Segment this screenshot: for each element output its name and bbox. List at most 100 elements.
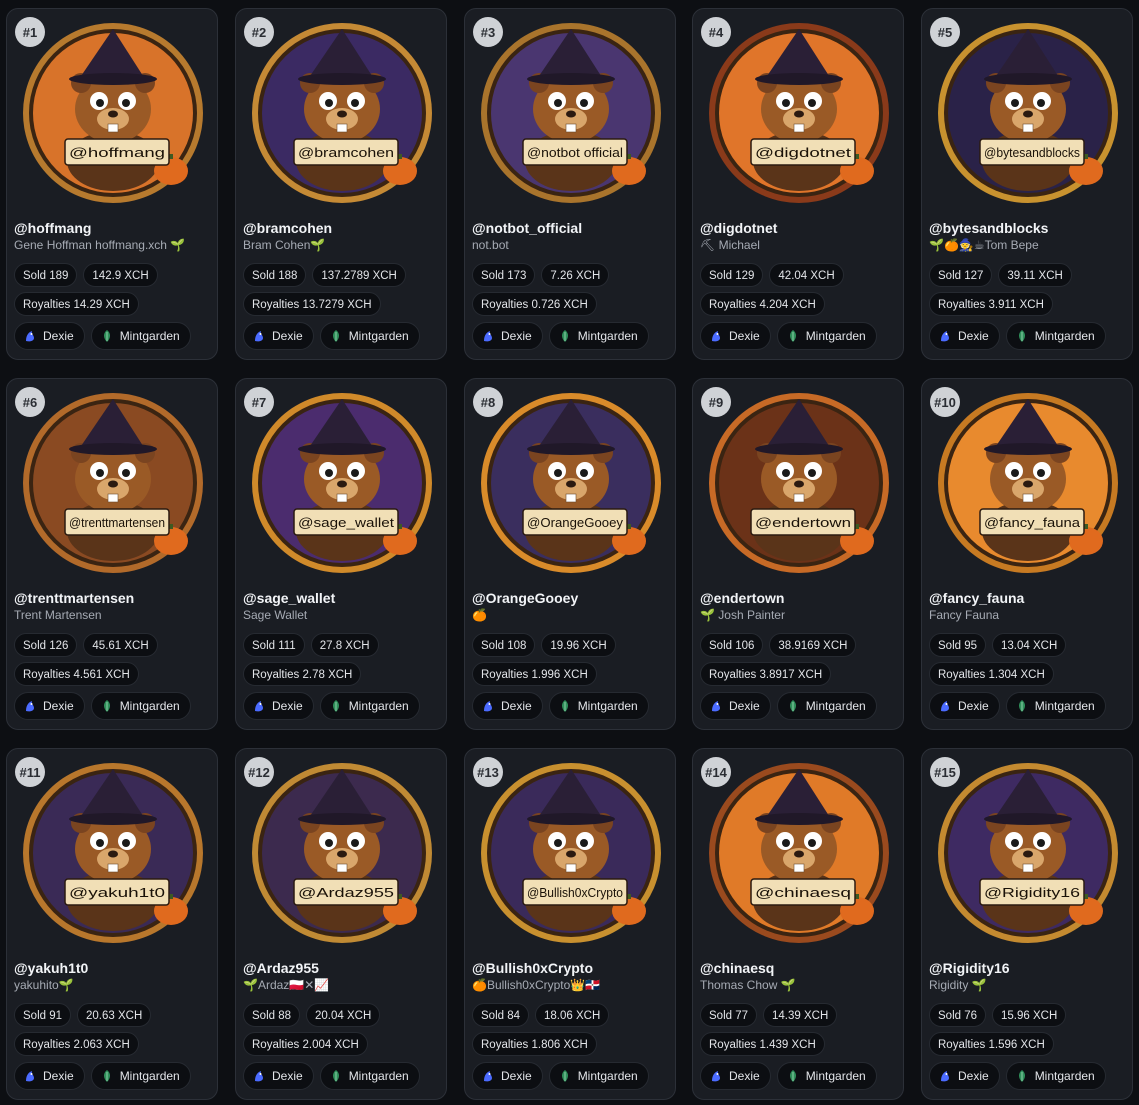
mintgarden-button[interactable]: Mintgarden: [319, 692, 420, 720]
nft-card[interactable]: #8 @OrangeGooey @OrangeGooey 🍊 Sold 108 19.96…: [464, 378, 676, 730]
mintgarden-button[interactable]: Mintgarden: [1005, 1062, 1106, 1090]
mintgarden-button[interactable]: Mintgarden: [548, 322, 649, 350]
dexie-label: Dexie: [43, 329, 74, 343]
nft-card[interactable]: #11 @yakuh1t0 @yakuh1t0 yakuhito🌱 Sold 91 20.…: [6, 748, 218, 1100]
nft-card[interactable]: #10 @fancy_fauna @fancy_fauna Fancy Fauna So…: [921, 378, 1133, 730]
dexie-button[interactable]: Dexie: [14, 322, 85, 350]
dexie-button[interactable]: Dexie: [929, 1062, 1000, 1090]
mintgarden-label: Mintgarden: [1034, 1069, 1095, 1083]
dexie-button[interactable]: Dexie: [14, 1062, 85, 1090]
nft-card[interactable]: #13 @Bullish0xCrypto @Bullish0xCrypto 🍊Bull…: [464, 748, 676, 1100]
dexie-button[interactable]: Dexie: [472, 1062, 543, 1090]
avatar-image[interactable]: @bytesandblocks: [936, 21, 1120, 205]
volume-pill: 38.9169 XCH: [769, 633, 857, 657]
creator-subtitle: 🌱🍊🧙☕Tom Bepe: [929, 238, 1039, 252]
nft-card[interactable]: #3 @notbot official @notbot_official not.bo…: [464, 8, 676, 360]
creator-handle[interactable]: @Rigidity16: [929, 960, 1127, 976]
sold-count-pill: Sold 189: [14, 263, 78, 287]
sign-label: @Rigidity16: [984, 885, 1080, 900]
avatar-image[interactable]: @notbot official: [479, 21, 663, 205]
mintgarden-button[interactable]: Mintgarden: [90, 1062, 191, 1090]
marketplace-links: Dexie Mintgarden: [243, 322, 420, 350]
nft-card[interactable]: #14 @chinaesq @chinaesq Thomas Chow 🌱 Sold 7…: [692, 748, 904, 1100]
beaver-avatar-illustration: @OrangeGooey: [481, 393, 661, 573]
avatar-image[interactable]: @chinaesq: [707, 761, 891, 945]
mintgarden-button[interactable]: Mintgarden: [776, 322, 877, 350]
dexie-button[interactable]: Dexie: [243, 322, 314, 350]
sold-count-pill: Sold 129: [700, 263, 764, 287]
creator-handle[interactable]: @bramcohen: [243, 220, 441, 236]
creator-handle[interactable]: @yakuh1t0: [14, 960, 212, 976]
mintgarden-button[interactable]: Mintgarden: [776, 692, 877, 720]
dexie-button[interactable]: Dexie: [700, 322, 771, 350]
creator-handle[interactable]: @notbot_official: [472, 220, 670, 236]
mintgarden-label: Mintgarden: [348, 1069, 409, 1083]
creator-handle[interactable]: @sage_wallet: [243, 590, 441, 606]
nft-card[interactable]: #9 @endertown @endertown 🌱 Josh Painter Sold…: [692, 378, 904, 730]
mintgarden-button[interactable]: Mintgarden: [548, 692, 649, 720]
dexie-button[interactable]: Dexie: [14, 692, 85, 720]
creator-handle[interactable]: @OrangeGooey: [472, 590, 670, 606]
dexie-button[interactable]: Dexie: [700, 692, 771, 720]
nft-card[interactable]: #5 @bytesandblocks @bytesandblocks 🌱🍊🧙☕Tom …: [921, 8, 1133, 360]
creator-handle[interactable]: @trenttmartensen: [14, 590, 212, 606]
sign-label: @OrangeGooey: [527, 515, 624, 530]
avatar-image[interactable]: @fancy_fauna: [936, 391, 1120, 575]
avatar-image[interactable]: @OrangeGooey: [479, 391, 663, 575]
dexie-icon: [941, 331, 949, 342]
mintgarden-leaf-icon: [789, 1070, 796, 1082]
dexie-button[interactable]: Dexie: [929, 692, 1000, 720]
creator-handle[interactable]: @bytesandblocks: [929, 220, 1127, 236]
mintgarden-button[interactable]: Mintgarden: [90, 692, 191, 720]
avatar-image[interactable]: @endertown: [707, 391, 891, 575]
dexie-button[interactable]: Dexie: [700, 1062, 771, 1090]
avatar-image[interactable]: @yakuh1t0: [21, 761, 205, 945]
mintgarden-button[interactable]: Mintgarden: [1005, 692, 1106, 720]
nft-card[interactable]: #12 @Ardaz955 @Ardaz955 🌱Ardaz🇵🇱✕📈 Sold 88 20…: [235, 748, 447, 1100]
creator-handle[interactable]: @digdotnet: [700, 220, 898, 236]
creator-handle[interactable]: @Ardaz955: [243, 960, 441, 976]
dexie-button[interactable]: Dexie: [243, 692, 314, 720]
volume-pill: 142.9 XCH: [83, 263, 158, 287]
creator-handle[interactable]: @endertown: [700, 590, 898, 606]
avatar-image[interactable]: @digdotnet: [707, 21, 891, 205]
nft-card[interactable]: #15 @Rigidity16 @Rigidity16 Rigidity 🌱 Sold …: [921, 748, 1133, 1100]
avatar-image[interactable]: @bramcohen: [250, 21, 434, 205]
mintgarden-button[interactable]: Mintgarden: [1005, 322, 1106, 350]
nft-card[interactable]: #7 @sage_wallet @sage_wallet Sage Wallet Sol…: [235, 378, 447, 730]
avatar-image[interactable]: @trenttmartensen: [21, 391, 205, 575]
nft-card[interactable]: #1 @hoffmang @hoffmang Gene Hoffman hoffman…: [6, 8, 218, 360]
nft-card[interactable]: #6 @trenttmartensen @trenttmartensen Trent …: [6, 378, 218, 730]
avatar-image[interactable]: @Bullish0xCrypto: [479, 761, 663, 945]
rank-badge: #13: [473, 757, 503, 787]
royalties-row: Royalties 2.78 XCH: [243, 662, 362, 686]
marketplace-links: Dexie Mintgarden: [700, 692, 877, 720]
dexie-button[interactable]: Dexie: [472, 692, 543, 720]
royalties-row: Royalties 1.996 XCH: [472, 662, 597, 686]
creator-handle[interactable]: @chinaesq: [700, 960, 898, 976]
beaver-avatar-illustration: @trenttmartensen: [23, 393, 203, 573]
creator-handle[interactable]: @hoffmang: [14, 220, 212, 236]
avatar-image[interactable]: @sage_wallet: [250, 391, 434, 575]
dexie-button[interactable]: Dexie: [929, 322, 1000, 350]
dexie-button[interactable]: Dexie: [243, 1062, 314, 1090]
avatar-image[interactable]: @Ardaz955: [250, 761, 434, 945]
dexie-label: Dexie: [501, 329, 532, 343]
mintgarden-button[interactable]: Mintgarden: [319, 1062, 420, 1090]
nft-card[interactable]: #2 @bramcohen @bramcohen Bram Cohen🌱 Sold 18…: [235, 8, 447, 360]
nft-card[interactable]: #4 @digdotnet @digdotnet ⛏ Michael Sold 129 4…: [692, 8, 904, 360]
volume-pill: 39.11 XCH: [998, 263, 1072, 287]
mintgarden-button[interactable]: Mintgarden: [548, 1062, 649, 1090]
dexie-button[interactable]: Dexie: [472, 322, 543, 350]
avatar-image[interactable]: @Rigidity16: [936, 761, 1120, 945]
creator-handle[interactable]: @fancy_fauna: [929, 590, 1127, 606]
avatar-image[interactable]: @hoffmang: [21, 21, 205, 205]
mintgarden-button[interactable]: Mintgarden: [776, 1062, 877, 1090]
mintgarden-button[interactable]: Mintgarden: [90, 322, 191, 350]
creator-handle[interactable]: @Bullish0xCrypto: [472, 960, 670, 976]
mintgarden-button[interactable]: Mintgarden: [319, 322, 420, 350]
volume-pill: 45.61 XCH: [83, 633, 158, 657]
dexie-label: Dexie: [43, 699, 74, 713]
dexie-icon: [941, 701, 949, 712]
marketplace-links: Dexie Mintgarden: [929, 1062, 1106, 1090]
